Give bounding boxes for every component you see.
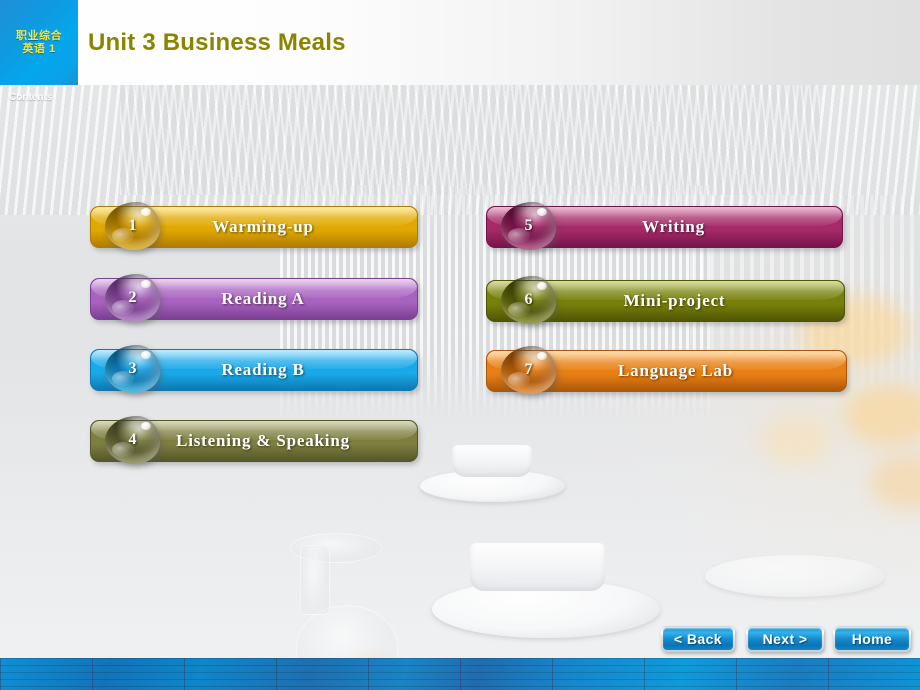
background-warm-light-4 (870, 455, 920, 510)
menu-button-bubble-2: 2 (105, 274, 160, 322)
menu-button-number: 5 (524, 217, 533, 234)
menu-button-4[interactable]: 4 Listening & Speaking (90, 416, 418, 464)
contents-label: Contents (9, 92, 53, 103)
slide-navigation-bar: < Back Next > Home (0, 626, 920, 658)
bubble-highlight (537, 282, 547, 290)
footer-strip (0, 658, 920, 690)
next-button[interactable]: Next > (746, 626, 824, 652)
bubble-highlight (141, 422, 151, 430)
background-cup-1 (452, 445, 532, 477)
background-glass-3 (300, 545, 330, 615)
menu-button-2[interactable]: 2 Reading A (90, 274, 418, 322)
home-button[interactable]: Home (833, 626, 911, 652)
menu-button-bubble-6: 6 (501, 276, 556, 324)
bubble-highlight (141, 280, 151, 288)
bubble-highlight (141, 208, 151, 216)
bubble-highlight (141, 351, 151, 359)
back-button[interactable]: < Back (661, 626, 735, 652)
background-warm-light-2 (845, 385, 920, 445)
course-logo-line-1: 职业综合 (16, 29, 62, 42)
menu-button-3[interactable]: 3 Reading B (90, 345, 418, 393)
presentation-slide: 职业综合 英语 1 Unit 3 Business Meals Contents… (0, 0, 920, 690)
course-logo: 职业综合 英语 1 (0, 0, 78, 85)
menu-button-6[interactable]: 6 Mini-project (486, 276, 845, 324)
course-logo-line-2: 英语 1 (22, 42, 56, 55)
menu-button-number: 7 (524, 361, 533, 378)
back-button-core: < Back (663, 628, 733, 650)
bubble-highlight (537, 352, 547, 360)
page-title-topic: Business Meals (162, 29, 346, 56)
home-button-label: Home (851, 631, 893, 647)
menu-button-7[interactable]: 7 Language Lab (486, 346, 847, 394)
menu-button-bubble-4: 4 (105, 416, 160, 464)
menu-button-bubble-1: 1 (105, 202, 160, 250)
menu-button-bubble-5: 5 (501, 202, 556, 250)
slide-header: 职业综合 英语 1 Unit 3 Business Meals (0, 0, 920, 85)
menu-button-number: 2 (128, 289, 137, 306)
background-plate-3 (705, 555, 885, 597)
background-cup-2 (470, 543, 605, 591)
menu-button-number: 1 (128, 217, 137, 234)
background-warm-light-3 (760, 415, 830, 465)
bubble-highlight (537, 208, 547, 216)
next-button-core: Next > (748, 628, 822, 650)
menu-button-number: 4 (128, 431, 137, 448)
menu-button-number: 3 (128, 360, 137, 377)
page-title: Unit 3 Business Meals (88, 29, 346, 57)
back-button-label: < Back (674, 631, 722, 647)
menu-button-bubble-7: 7 (501, 346, 556, 394)
menu-button-5[interactable]: 5 Writing (486, 202, 843, 250)
menu-button-1[interactable]: 1 Warming-up (90, 202, 418, 250)
page-title-unit: Unit 3 (88, 29, 156, 56)
background-ceiling-slats-secondary (120, 85, 820, 195)
menu-button-bubble-3: 3 (105, 345, 160, 393)
next-button-label: Next > (762, 631, 808, 647)
home-button-core: Home (835, 628, 909, 650)
menu-button-number: 6 (524, 291, 533, 308)
